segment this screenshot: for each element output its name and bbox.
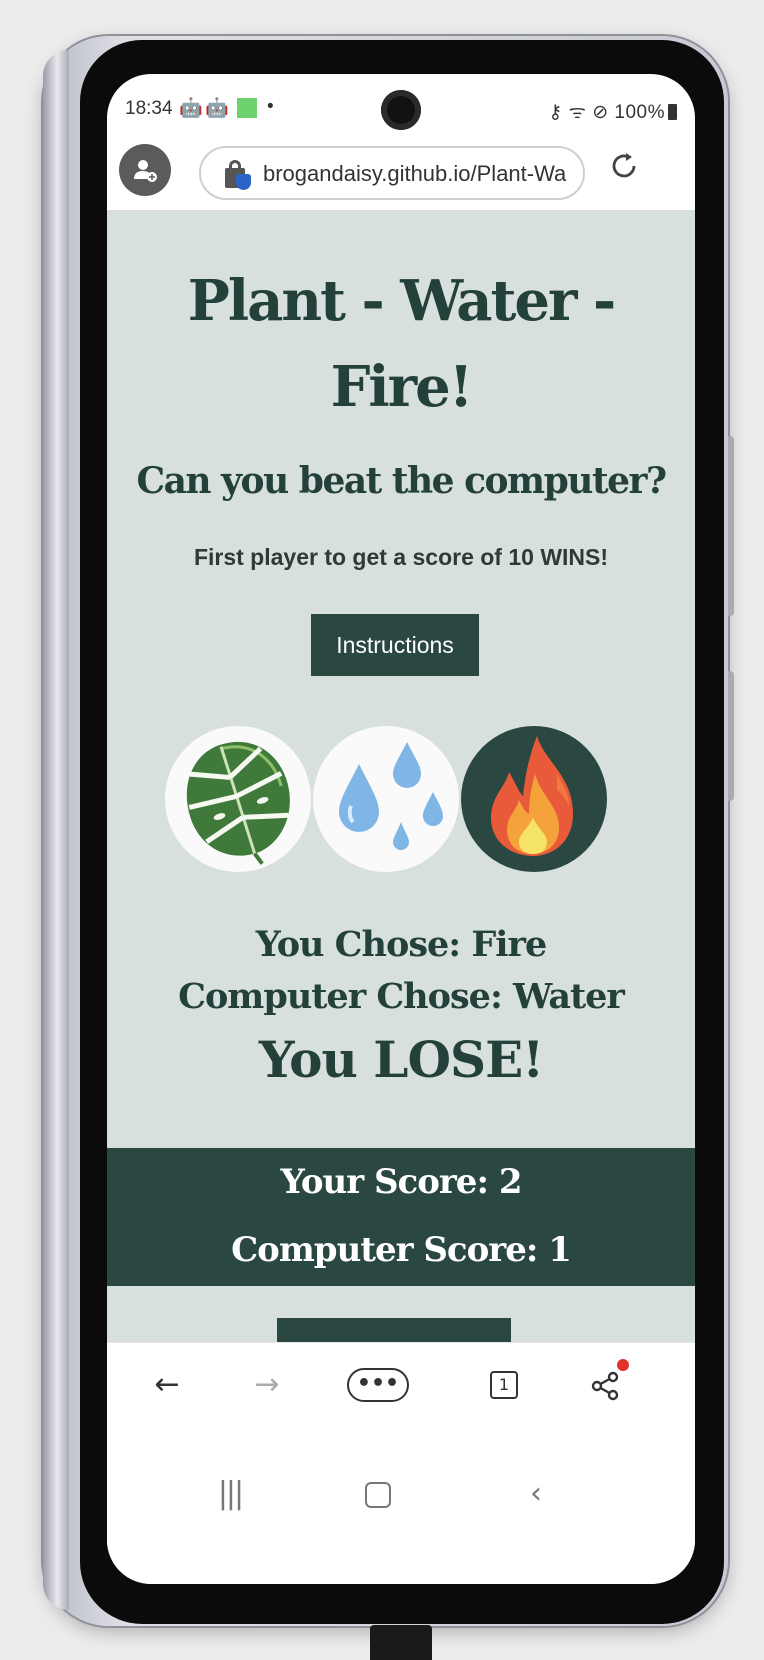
status-bar: 18:34 🤖 🤖 • ⚷ ᯤ ⊘ 100% [107,74,695,136]
recent-apps-icon[interactable]: ||| [205,1474,255,1514]
browser-url-bar: brogandaisy.github.io/Plant-Wa [107,136,695,210]
plant-choice-button[interactable] [165,726,311,872]
system-nav-bar: ||| ‹ [107,1428,695,1584]
phone-hinge [43,50,69,1610]
status-time: 18:34 [125,98,173,119]
reset-button[interactable] [277,1318,511,1342]
battery-icon [668,104,677,120]
volume-button [728,436,734,616]
profile-icon[interactable] [119,144,171,196]
page-title: Plant - Water - Fire! [127,258,675,430]
usb-cable [370,1625,432,1660]
reload-icon[interactable] [607,150,641,184]
url-text[interactable]: brogandaisy.github.io/Plant-Wa [263,161,573,187]
round-outcome-text: You LOSE! [258,1030,544,1089]
power-button [728,671,734,801]
monstera-leaf-icon [186,741,290,865]
more-menu-icon[interactable]: ••• [347,1368,409,1402]
title-line-2: Fire! [330,354,474,420]
back-arrow-icon[interactable]: ← [147,1363,187,1407]
browser-toolbar: ← → ••• 1 [107,1342,695,1429]
forward-arrow-icon[interactable]: → [247,1363,287,1407]
dot-icon: • [267,96,274,117]
nav-back-icon[interactable]: ‹ [511,1474,561,1514]
page-subtitle: Can you beat the computer? [136,460,667,502]
water-choice-button[interactable] [313,726,459,872]
player-score: Your Score: 2 [280,1162,523,1202]
phone-screen: 18:34 🤖 🤖 • ⚷ ᯤ ⊘ 100% brogandaisy.githu… [107,74,695,1584]
title-line-1: Plant - Water - [187,268,617,334]
flame-icon [491,736,573,856]
computer-score: Computer Score: 1 [231,1230,572,1270]
status-indicators-text: ⚷ ᯤ ⊘ 100% [548,102,665,123]
notification-badge [617,1359,629,1371]
player-choice-text: You Chose: Fire [255,924,548,965]
fire-choice-button[interactable] [461,726,607,872]
home-icon[interactable] [353,1474,403,1514]
status-right-indicators: ⚷ ᯤ ⊘ 100% [548,98,677,124]
computer-choice-text: Computer Chose: Water [178,976,625,1017]
front-camera [381,90,421,130]
secure-lock-icon[interactable] [225,160,251,190]
android-icon: 🤖 [179,98,203,119]
green-square-icon [237,98,257,118]
tabs-count-button[interactable]: 1 [490,1371,518,1399]
water-drops-icon [339,742,443,850]
score-panel: Your Score: 2 Computer Score: 1 [107,1148,695,1286]
instructions-button[interactable]: Instructions [311,614,479,676]
win-condition-text: First player to get a score of 10 WINS! [193,544,609,570]
android-icon: 🤖 [205,98,229,119]
share-icon[interactable] [585,1359,629,1407]
address-field[interactable]: brogandaisy.github.io/Plant-Wa [199,146,585,200]
game-page: Plant - Water - Fire! Can you beat the c… [107,210,695,1342]
